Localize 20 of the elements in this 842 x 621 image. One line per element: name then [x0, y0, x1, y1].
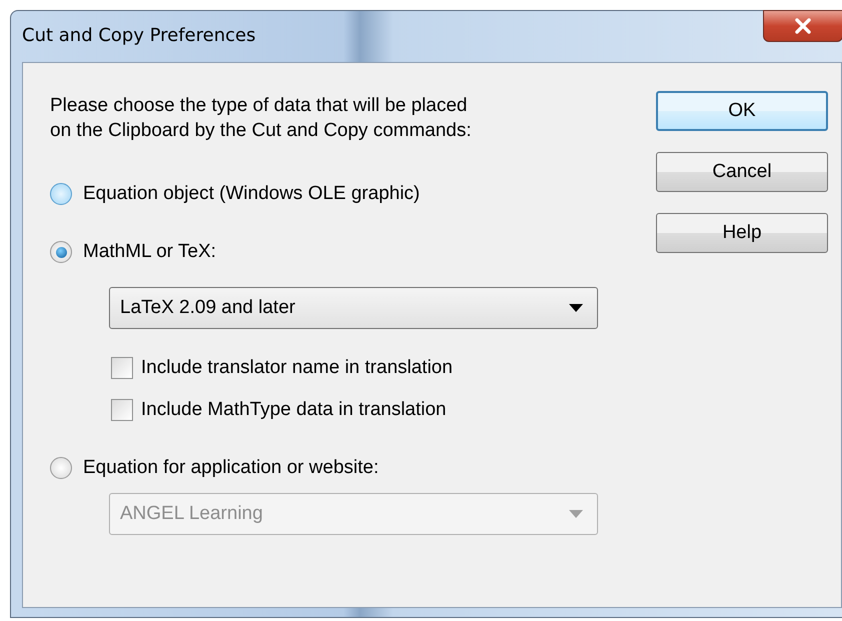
close-icon — [794, 18, 812, 34]
radio-button[interactable] — [50, 183, 72, 205]
radio-label: Equation for application or website: — [83, 457, 379, 479]
checkbox[interactable] — [111, 399, 133, 421]
radio-label: MathML or TeX: — [83, 241, 216, 263]
caret-icon — [569, 510, 583, 518]
checkbox-label: Include MathType data in translation — [141, 399, 446, 421]
window-title: Cut and Copy Preferences — [22, 25, 256, 46]
dropdown[interactable]: LaTeX 2.09 and later — [109, 287, 598, 329]
dialog-button[interactable]: Cancel — [656, 152, 828, 192]
caret-icon — [569, 304, 583, 312]
radio-label: Equation object (Windows OLE graphic) — [83, 183, 420, 205]
instruction-text: Please choose the type of data that will be placed on the Clipboard by the Cut and Copy commands: — [50, 94, 472, 143]
dialog-button[interactable]: OK — [656, 91, 828, 131]
close-button[interactable] — [763, 10, 842, 42]
radio-button[interactable] — [50, 241, 72, 263]
checkbox-label: Include translator name in translation — [141, 357, 453, 379]
radio-button[interactable] — [50, 457, 72, 479]
dialog-button[interactable]: Help — [656, 213, 828, 253]
checkbox[interactable] — [111, 357, 133, 379]
